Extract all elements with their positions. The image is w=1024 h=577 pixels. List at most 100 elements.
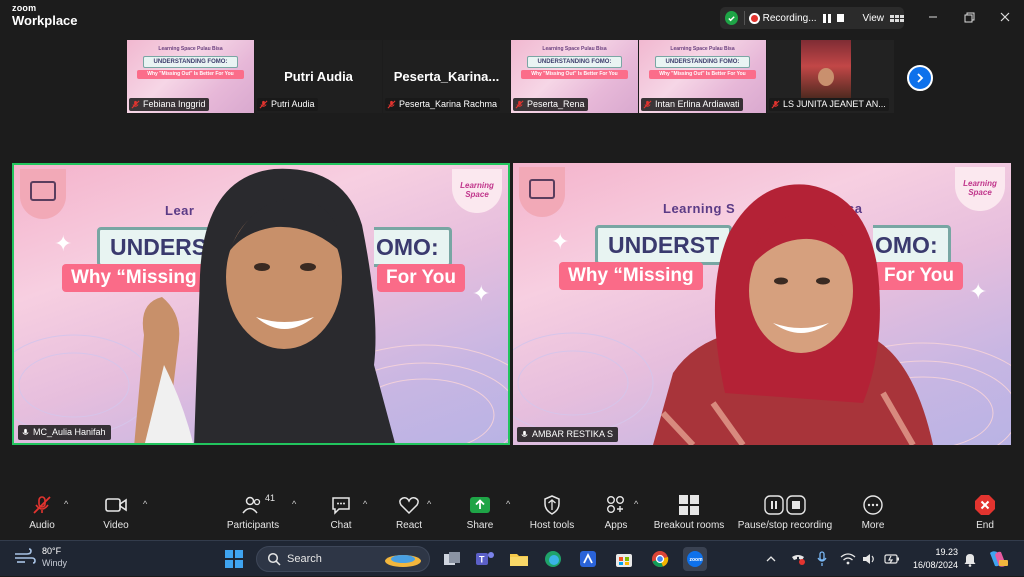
breakout-rooms-button[interactable]: Breakout rooms — [652, 491, 726, 540]
close-icon[interactable] — [996, 8, 1014, 26]
recording-dot-icon — [751, 14, 758, 22]
participant-name: Peserta_Karina Rachma — [399, 99, 498, 109]
zoom-logo: zoom Workplace — [12, 4, 78, 28]
react-options-chevron-icon[interactable]: ^ — [427, 499, 431, 509]
restore-icon[interactable] — [960, 8, 978, 26]
participants-icon — [242, 496, 261, 514]
presenter-video — [653, 184, 933, 445]
muted-mic-icon — [515, 100, 524, 109]
breakout-rooms-label: Breakout rooms — [653, 520, 725, 531]
wifi-icon[interactable] — [840, 552, 856, 566]
teams-icon[interactable]: T — [473, 547, 497, 571]
chat-button[interactable]: Chat — [326, 491, 356, 540]
video-tile-active-speaker[interactable]: Learning Space Lear UNDERS OMO: Why “Mis… — [12, 163, 510, 445]
react-button[interactable]: React — [392, 491, 426, 540]
participant-tile[interactable]: Putri Audia Putri Audia — [255, 40, 382, 113]
copilot-app-icon[interactable] — [576, 547, 600, 571]
end-meeting-button[interactable]: End — [970, 491, 1000, 540]
microsoft-store-icon[interactable] — [612, 547, 636, 571]
organizer-logo — [20, 169, 66, 219]
muted-mic-icon — [643, 100, 652, 109]
stop-recording-icon[interactable] — [836, 14, 845, 22]
pause-stop-recording-icon — [764, 495, 806, 515]
zoom-window: zoom Workplace Recording... View Learnin… — [0, 0, 1024, 540]
participant-name-tag: Febiana Inggrid — [129, 98, 209, 111]
taskbar-clock[interactable]: 19.23 16/08/2024 — [913, 546, 958, 572]
end-meeting-icon — [975, 495, 995, 515]
weather-widget[interactable]: 80°F Windy — [14, 545, 67, 569]
file-explorer-icon[interactable] — [507, 547, 531, 571]
apps-options-chevron-icon[interactable]: ^ — [634, 499, 638, 509]
participant-name-tag: MC_Aulia Hanifah — [18, 425, 111, 440]
participant-tile[interactable]: Learning Space Pulau Bisa UNDERSTANDING … — [639, 40, 766, 113]
notification-bell-icon[interactable] — [958, 547, 982, 571]
participants-label: Participants — [226, 520, 280, 531]
audio-label: Audio — [29, 520, 55, 531]
apps-button[interactable]: Apps — [601, 491, 631, 540]
mic-on-icon — [521, 430, 528, 437]
edge-icon[interactable] — [541, 547, 565, 571]
slide-subtitle: Why "Missing Out" Is Better For You — [521, 70, 628, 79]
sparkle-icon: ✦ — [472, 281, 491, 306]
chrome-icon[interactable] — [648, 547, 672, 571]
wind-icon — [15, 548, 36, 564]
zoom-app-icon[interactable]: zoom — [683, 547, 707, 571]
participant-tile[interactable]: LS JUNITA JEANET AN... — [767, 40, 894, 113]
slide-header-text: Learning Space Pulau Bisa — [542, 46, 607, 52]
participant-strip: Learning Space Pulau Bisa UNDERSTANDING … — [127, 40, 897, 113]
video-tile[interactable]: Learning Space Learning S sa UNDERST OMO… — [513, 163, 1011, 445]
search-placeholder: Search — [287, 553, 322, 565]
grid-view-icon[interactable] — [889, 14, 904, 22]
weather-condition: Windy — [42, 558, 68, 568]
battery-icon[interactable] — [884, 552, 900, 566]
share-options-chevron-icon[interactable]: ^ — [506, 499, 510, 509]
participant-tile[interactable]: Learning Space Pulau Bisa UNDERSTANDING … — [127, 40, 254, 113]
muted-mic-icon — [771, 100, 780, 109]
next-page-button[interactable] — [907, 65, 933, 91]
encryption-shield-icon[interactable] — [725, 11, 739, 25]
participants-options-chevron-icon[interactable]: ^ — [292, 499, 296, 509]
video-button[interactable]: Video — [96, 491, 136, 540]
view-button[interactable]: View — [862, 13, 884, 24]
participant-display-name: Putri Audia — [284, 69, 353, 84]
taskbar-search[interactable]: Search — [256, 546, 430, 572]
audio-button[interactable]: Audio — [22, 491, 62, 540]
chat-icon — [332, 497, 350, 515]
participant-name: Intan Erlina Ardiawati — [655, 99, 740, 109]
host-tools-button[interactable]: Host tools — [526, 491, 578, 540]
meeting-tray-icon[interactable] — [790, 552, 806, 566]
chat-options-chevron-icon[interactable]: ^ — [363, 499, 367, 509]
share-label: Share — [466, 520, 494, 531]
chevron-right-icon — [917, 73, 924, 83]
search-highlight-icon — [385, 555, 421, 567]
more-options-icon — [863, 495, 883, 515]
mic-on-icon — [22, 428, 29, 435]
share-button[interactable]: Share — [465, 491, 495, 540]
participant-video — [801, 40, 851, 98]
svg-text:zoom: zoom — [690, 557, 704, 563]
sparkle-icon: ✦ — [54, 231, 73, 256]
participant-name: LS JUNITA JEANET AN... — [783, 99, 886, 109]
participant-tile[interactable]: Peserta_Karina... Peserta_Karina Rachma — [383, 40, 510, 113]
divider — [744, 11, 746, 25]
windows-taskbar: 80°F Windy Search T zoom 19.23 16/08/202… — [0, 540, 1024, 576]
minimize-icon[interactable] — [924, 8, 942, 26]
muted-mic-icon — [259, 100, 268, 109]
pause-recording-icon[interactable] — [822, 13, 831, 23]
audio-options-chevron-icon[interactable]: ^ — [64, 499, 68, 509]
windows-start-icon[interactable] — [222, 547, 246, 571]
copilot-icon[interactable] — [986, 547, 1010, 571]
more-button[interactable]: More — [857, 491, 889, 540]
chevron-up-icon[interactable] — [766, 554, 776, 564]
participant-tile[interactable]: Learning Space Pulau Bisa UNDERSTANDING … — [511, 40, 638, 113]
end-label: End — [976, 520, 994, 531]
task-view-icon[interactable] — [440, 547, 464, 571]
microphone-tray-icon[interactable] — [816, 551, 828, 567]
slide-title: UNDERSTANDING FOMO: — [655, 56, 750, 68]
slide-header-text: Learning Space Pulau Bisa — [670, 46, 735, 52]
temperature: 80°F — [42, 546, 62, 556]
video-options-chevron-icon[interactable]: ^ — [143, 499, 147, 509]
pause-stop-recording-button[interactable]: Pause/stop recording — [736, 491, 834, 540]
sparkle-icon: ✦ — [551, 229, 570, 254]
speaker-icon[interactable] — [862, 552, 878, 566]
